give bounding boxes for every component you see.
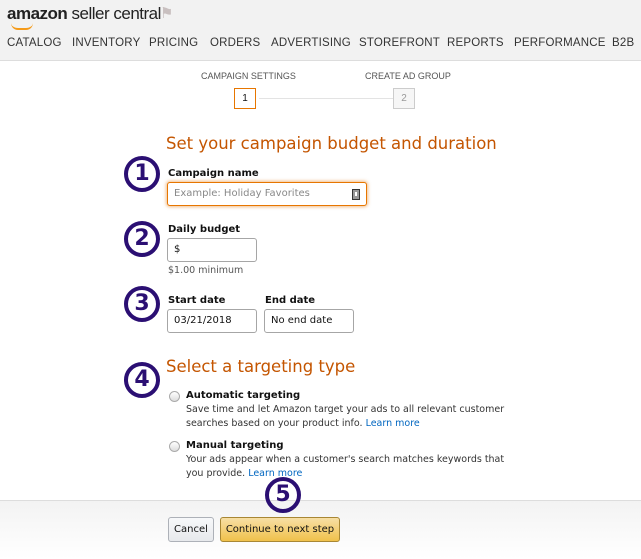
end-date-input[interactable]: No end date bbox=[264, 309, 354, 333]
start-date-input[interactable]: 03/21/2018 bbox=[167, 309, 257, 333]
manual-targeting-title: Manual targeting bbox=[186, 440, 284, 451]
automatic-targeting-radio[interactable] bbox=[169, 391, 180, 402]
nav-catalog[interactable]: CATALOG bbox=[7, 37, 62, 49]
automatic-targeting-description: Save time and let Amazon target your ads… bbox=[186, 403, 516, 431]
continue-button[interactable]: Continue to next step bbox=[220, 517, 340, 542]
step-connector bbox=[259, 98, 393, 99]
automatic-targeting-title: Automatic targeting bbox=[186, 390, 301, 401]
annotation-4: 4 bbox=[124, 362, 160, 398]
manual-targeting-radio[interactable] bbox=[169, 441, 180, 452]
section-title-targeting: Select a targeting type bbox=[166, 357, 356, 376]
step-label-campaign-settings: CAMPAIGN SETTINGS bbox=[201, 71, 296, 81]
daily-budget-label: Daily budget bbox=[168, 224, 241, 235]
amazon-seller-central-logo[interactable]: amazon seller central bbox=[7, 4, 162, 30]
section-title-budget: Set your campaign budget and duration bbox=[166, 134, 497, 153]
nav-b2b[interactable]: B2B bbox=[612, 37, 634, 49]
annotation-1: 1 bbox=[124, 156, 160, 192]
step-2-indicator: 2 bbox=[393, 88, 415, 109]
step-label-create-ad-group: CREATE AD GROUP bbox=[365, 71, 451, 81]
cancel-button[interactable]: Cancel bbox=[168, 517, 214, 542]
end-date-label: End date bbox=[265, 295, 316, 306]
campaign-name-placeholder: Example: Holiday Favorites bbox=[174, 188, 310, 199]
automatic-learn-more-link[interactable]: Learn more bbox=[366, 418, 420, 429]
manual-targeting-description: Your ads appear when a customer's search… bbox=[186, 453, 516, 481]
nav-orders[interactable]: ORDERS bbox=[210, 37, 260, 49]
amazon-smile-icon bbox=[11, 23, 33, 30]
daily-budget-hint: $1.00 minimum bbox=[168, 265, 244, 276]
logo-product: seller central bbox=[71, 4, 162, 23]
annotation-3: 3 bbox=[124, 286, 160, 322]
main-nav: CATALOG INVENTORY PRICING ORDERS ADVERTI… bbox=[0, 37, 641, 53]
nav-inventory[interactable]: INVENTORY bbox=[72, 37, 140, 49]
flag-icon[interactable]: ⚑ bbox=[160, 4, 173, 22]
campaign-name-label: Campaign name bbox=[168, 168, 259, 179]
nav-storefront[interactable]: STOREFRONT bbox=[359, 37, 440, 49]
nav-pricing[interactable]: PRICING bbox=[149, 37, 198, 49]
nav-reports[interactable]: REPORTS bbox=[447, 37, 504, 49]
automatic-targeting-desc-text: Save time and let Amazon target your ads… bbox=[186, 404, 505, 429]
nav-advertising[interactable]: ADVERTISING bbox=[271, 37, 351, 49]
start-date-label: Start date bbox=[168, 295, 226, 306]
keyboard-input-icon[interactable] bbox=[352, 189, 360, 200]
nav-performance[interactable]: PERFORMANCE bbox=[514, 37, 606, 49]
annotation-2: 2 bbox=[124, 221, 160, 257]
campaign-name-input[interactable]: Example: Holiday Favorites bbox=[167, 182, 367, 206]
annotation-5: 5 bbox=[265, 477, 301, 513]
manual-targeting-desc-text: Your ads appear when a customer's search… bbox=[186, 454, 505, 479]
logo-brand: amazon bbox=[7, 4, 68, 23]
daily-budget-input[interactable]: $ bbox=[167, 238, 257, 262]
step-1-indicator: 1 bbox=[234, 88, 256, 109]
top-bar: amazon seller central ⚑ CATALOG INVENTOR… bbox=[0, 0, 641, 61]
